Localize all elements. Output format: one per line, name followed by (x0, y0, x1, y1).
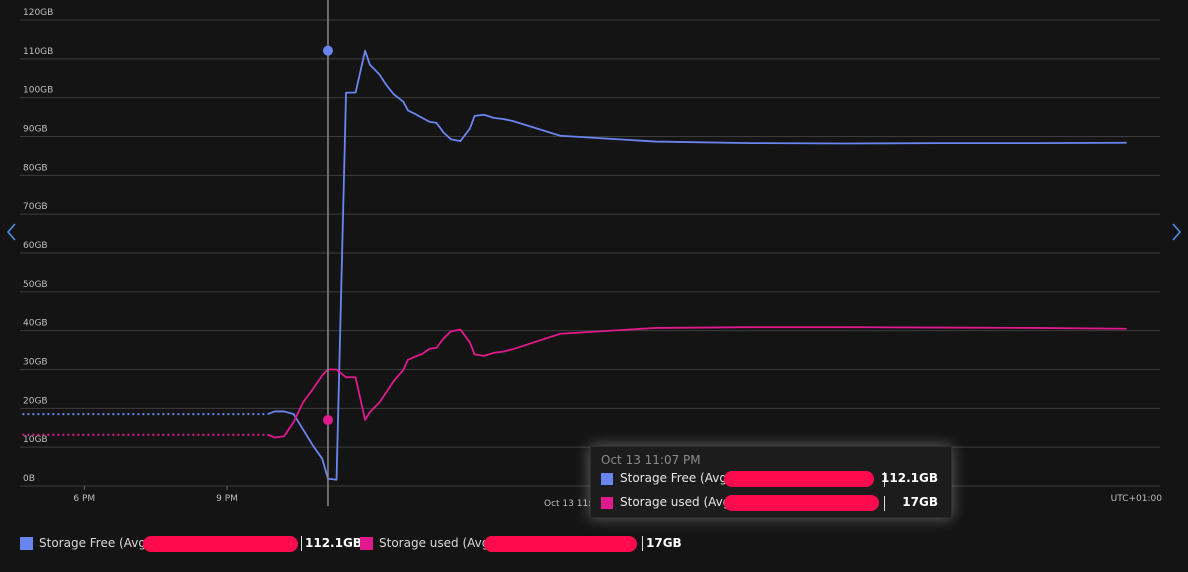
y-tick-label: 10GB (23, 435, 48, 445)
redaction-mark (143, 536, 298, 552)
y-tick-label: 110GB (23, 47, 53, 57)
chart-gridlines (20, 19, 1160, 487)
storage-free-point (322, 45, 333, 56)
timezone-label: UTC+01:00 (1111, 494, 1163, 504)
legend-value: 112.1GB (305, 536, 362, 550)
chevron-right-icon (1172, 223, 1182, 241)
x-tick-label: 6 PM (73, 494, 95, 504)
chart-nav-previous-button[interactable] (2, 220, 22, 244)
storage-used-swatch (360, 537, 373, 550)
storage-used-point (322, 414, 333, 425)
y-tick-label: 20GB (23, 396, 48, 406)
storage-free-swatch (601, 473, 613, 485)
legend-separator (301, 536, 302, 551)
chevron-left-icon (6, 223, 16, 241)
y-tick-label: 90GB (23, 125, 48, 135)
legend-separator (642, 536, 643, 551)
legend-value: 17GB (646, 536, 682, 550)
y-tick-label: 30GB (23, 358, 48, 368)
legend-label: Storage Free (Avg), (39, 536, 155, 550)
y-axis-ticks: 0B 10GB 20GB 30GB 40GB 50GB 60GB 70GB 80GB 90GB 10… (23, 8, 53, 484)
legend-item-storage-free[interactable]: Storage Free (Avg), 112.1GB (20, 535, 362, 553)
tooltip-row-storage-free: Storage Free (Avg), 112.1GB (601, 471, 941, 487)
y-tick-label: 100GB (23, 86, 53, 96)
y-tick-label: 70GB (23, 202, 48, 212)
legend-item-storage-used[interactable]: Storage used (Avg), 17GB (360, 535, 690, 553)
storage-free-line (267, 49, 1127, 481)
redaction-mark (484, 536, 637, 552)
tooltip-label: Storage used (Avg), (620, 495, 739, 509)
y-tick-label: 80GB (23, 163, 48, 173)
y-tick-label: 50GB (23, 280, 48, 290)
y-tick-label: 0B (23, 474, 35, 484)
tooltip-value: 112.1GB (881, 471, 938, 485)
chart-series (22, 49, 1127, 481)
x-tick-label: 9 PM (216, 494, 238, 504)
chart-tooltip: Oct 13 11:07 PM Storage Free (Avg), 112.… (590, 446, 952, 518)
legend-label: Storage used (Avg), (379, 536, 498, 550)
storage-used-swatch (601, 497, 613, 509)
tooltip-value: 17GB (902, 495, 938, 509)
tooltip-row-storage-used: Storage used (Avg), 17GB (601, 495, 941, 511)
tooltip-label: Storage Free (Avg), (620, 471, 736, 485)
y-tick-label: 40GB (23, 319, 48, 329)
storage-free-swatch (20, 537, 33, 550)
redaction-mark (724, 471, 874, 487)
y-tick-label: 60GB (23, 241, 48, 251)
cursor-time-label: Oct 13 11: (544, 499, 591, 509)
x-axis-ticks: 6 PM 9 PM (73, 486, 238, 504)
tooltip-separator (884, 496, 885, 511)
storage-used-line (267, 326, 1127, 439)
chart-nav-next-button[interactable] (1166, 220, 1186, 244)
redaction-mark (724, 495, 879, 511)
tooltip-time: Oct 13 11:07 PM (601, 453, 701, 467)
y-tick-label: 120GB (23, 8, 53, 18)
